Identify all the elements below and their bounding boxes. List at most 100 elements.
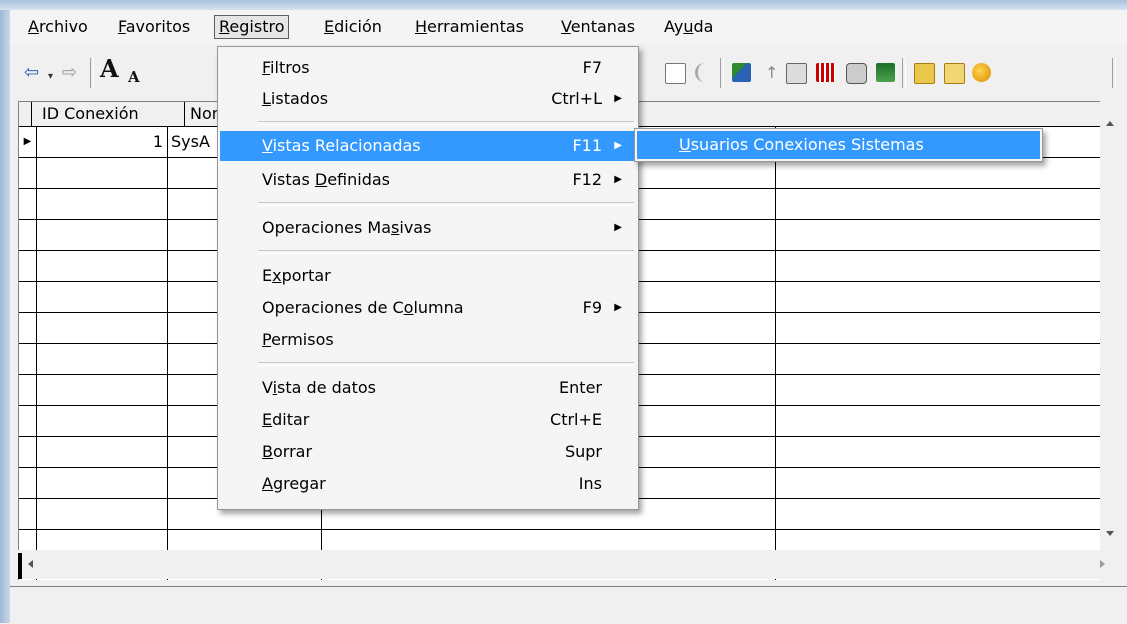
menu-item-exportar[interactable]: Exportar (220, 261, 636, 291)
cell-id-conexion[interactable]: 1 (37, 127, 163, 157)
menu-item-shortcut: Ctrl+L (551, 89, 602, 108)
new-folder-icon[interactable] (914, 63, 935, 84)
menu-item-key: x (272, 266, 282, 285)
submenu-item-label: Usuarios Conexiones Sistemas (679, 131, 924, 159)
submenu-arrow-icon: ▶ (614, 93, 622, 104)
scroll-right-icon[interactable] (1100, 560, 1105, 568)
menu-item-listados[interactable]: Listados Ctrl+L ▶ (220, 84, 636, 114)
menu-item-permisos[interactable]: Permisos (220, 325, 636, 355)
menu-item-vistas-relacionadas[interactable]: Vistas Relacionadas F11 ▶ (220, 131, 636, 161)
menu-item-text: ermisos (271, 330, 334, 349)
menu-item-vista-de-datos[interactable]: Vista de datos Enter (220, 373, 636, 403)
menu-item-text: portar (281, 266, 331, 285)
menu-favoritos-label: avoritos (125, 17, 191, 36)
scroll-down-icon[interactable] (1106, 531, 1114, 536)
chart-icon[interactable] (786, 63, 807, 84)
menu-registro[interactable]: Registro (214, 15, 290, 39)
forward-icon[interactable]: ⇨ (62, 64, 77, 82)
refresh-icon[interactable] (665, 63, 686, 84)
menu-registro-label: egistro (229, 17, 285, 36)
back-icon[interactable]: ⇦ (24, 64, 39, 82)
window-frame-left (0, 10, 10, 623)
hierarchy-icon[interactable] (732, 63, 751, 82)
vistas-relacionadas-submenu: Usuarios Conexiones Sistemas (634, 128, 1043, 162)
scroll-left-icon[interactable] (28, 560, 33, 568)
excel-export-icon[interactable] (876, 63, 895, 82)
toolbar-separator (720, 58, 724, 88)
menu-item-text: lumna (413, 298, 464, 317)
menu-item-text: sta de datos (277, 378, 376, 397)
menu-ventanas[interactable]: Ventanas (557, 16, 639, 38)
font-increase-icon[interactable]: A (100, 57, 119, 81)
up-icon[interactable]: ↑ (765, 64, 778, 82)
menu-item-editar[interactable]: Editar Ctrl+E (220, 405, 636, 435)
submenu-arrow-icon: ▶ (614, 302, 622, 313)
menu-item-operaciones-masivas[interactable]: Operaciones Masivas ▶ (220, 213, 636, 243)
menu-item-operaciones-de-columna[interactable]: Operaciones de Columna F9 ▶ (220, 293, 636, 323)
menu-item-vistas-definidas[interactable]: Vistas Definidas F12 ▶ (220, 165, 636, 195)
menu-item-shortcut: F11 (572, 136, 602, 155)
vertical-scrollbar[interactable] (1100, 101, 1120, 550)
menu-item-label: Listados (262, 84, 328, 114)
settings-icon[interactable] (972, 63, 991, 82)
menu-item-borrar[interactable]: Borrar Supr (220, 437, 636, 467)
menu-item-label: Vistas Definidas (262, 165, 390, 195)
menu-item-text: iltros (270, 58, 310, 77)
menu-edicion-key: E (324, 17, 335, 36)
submenu-arrow-icon: ▶ (614, 140, 622, 151)
menu-ventanas-label: entanas (570, 17, 636, 36)
submenu-arrow-icon: ▶ (614, 174, 622, 185)
menu-item-key: D (314, 170, 328, 189)
menu-herramientas[interactable]: Herramientas (411, 16, 528, 38)
search-folder-icon[interactable] (944, 63, 965, 84)
font-decrease-icon[interactable]: A (128, 68, 140, 86)
menu-item-label: Vistas Relacionadas (262, 131, 421, 161)
menu-registro-key: R (219, 17, 230, 36)
menu-ayuda-label: da (693, 17, 714, 36)
menu-item-shortcut: F9 (582, 298, 602, 317)
menu-item-text: E (262, 266, 273, 285)
menu-item-text: V (262, 378, 273, 397)
menu-item-text: ivas (399, 218, 432, 237)
undo-icon[interactable] (695, 63, 710, 82)
window-frame-top (0, 0, 1127, 10)
submenu-item-text: suarios Conexiones Sistemas (690, 135, 924, 154)
history-dropdown-icon[interactable]: ▾ (48, 68, 53, 86)
menu-ayuda-key: u (683, 17, 694, 36)
menu-item-agregar[interactable]: Agregar Ins (220, 469, 636, 499)
menu-item-label: Exportar (262, 261, 331, 291)
menu-ventanas-key: V (561, 17, 571, 36)
menu-item-label: Filtros (262, 53, 310, 83)
menu-item-shortcut: F12 (572, 170, 602, 189)
menu-item-key: B (262, 442, 273, 461)
menu-item-text: istas Relacionadas (272, 136, 421, 155)
menu-item-text: efinidas (327, 170, 391, 189)
menu-favoritos[interactable]: Favoritos (114, 16, 194, 38)
column-header-id-conexion[interactable]: ID Conexión (37, 102, 185, 126)
menu-item-shortcut: Ctrl+E (550, 410, 602, 429)
menu-item-filtros[interactable]: Filtros F7 (220, 53, 636, 83)
menu-item-label: Operaciones Masivas (262, 213, 431, 243)
scroll-up-icon[interactable] (1106, 121, 1114, 126)
menu-edicion-label: dición (334, 17, 382, 36)
menu-item-text: orrar (272, 442, 313, 461)
menu-favoritos-key: F (118, 17, 126, 36)
menu-item-label: Agregar (262, 469, 326, 499)
menu-item-text: Operaciones de C (262, 298, 404, 317)
menu-herramientas-label: erramientas (427, 17, 524, 36)
menu-archivo[interactable]: Archivo (24, 16, 92, 38)
menu-separator (258, 202, 634, 206)
menu-edicion[interactable]: Edición (320, 16, 386, 38)
row-header-corner (19, 102, 32, 126)
menu-item-key: A (262, 474, 273, 493)
horizontal-scrollbar[interactable] (18, 550, 1120, 579)
print-icon[interactable] (846, 63, 867, 84)
menu-item-shortcut: Ins (578, 474, 602, 493)
columns-icon[interactable] (816, 63, 835, 82)
horizontal-scrollbar-graphics (18, 553, 1105, 579)
submenu-item-usuarios-conexiones-sistemas[interactable]: Usuarios Conexiones Sistemas (637, 131, 1040, 159)
menu-ayuda-pre: Ay (664, 17, 684, 36)
menu-ayuda[interactable]: Ayuda (660, 16, 717, 38)
menu-item-text: Operaciones Ma (262, 218, 392, 237)
menu-item-text: istados (270, 89, 329, 108)
